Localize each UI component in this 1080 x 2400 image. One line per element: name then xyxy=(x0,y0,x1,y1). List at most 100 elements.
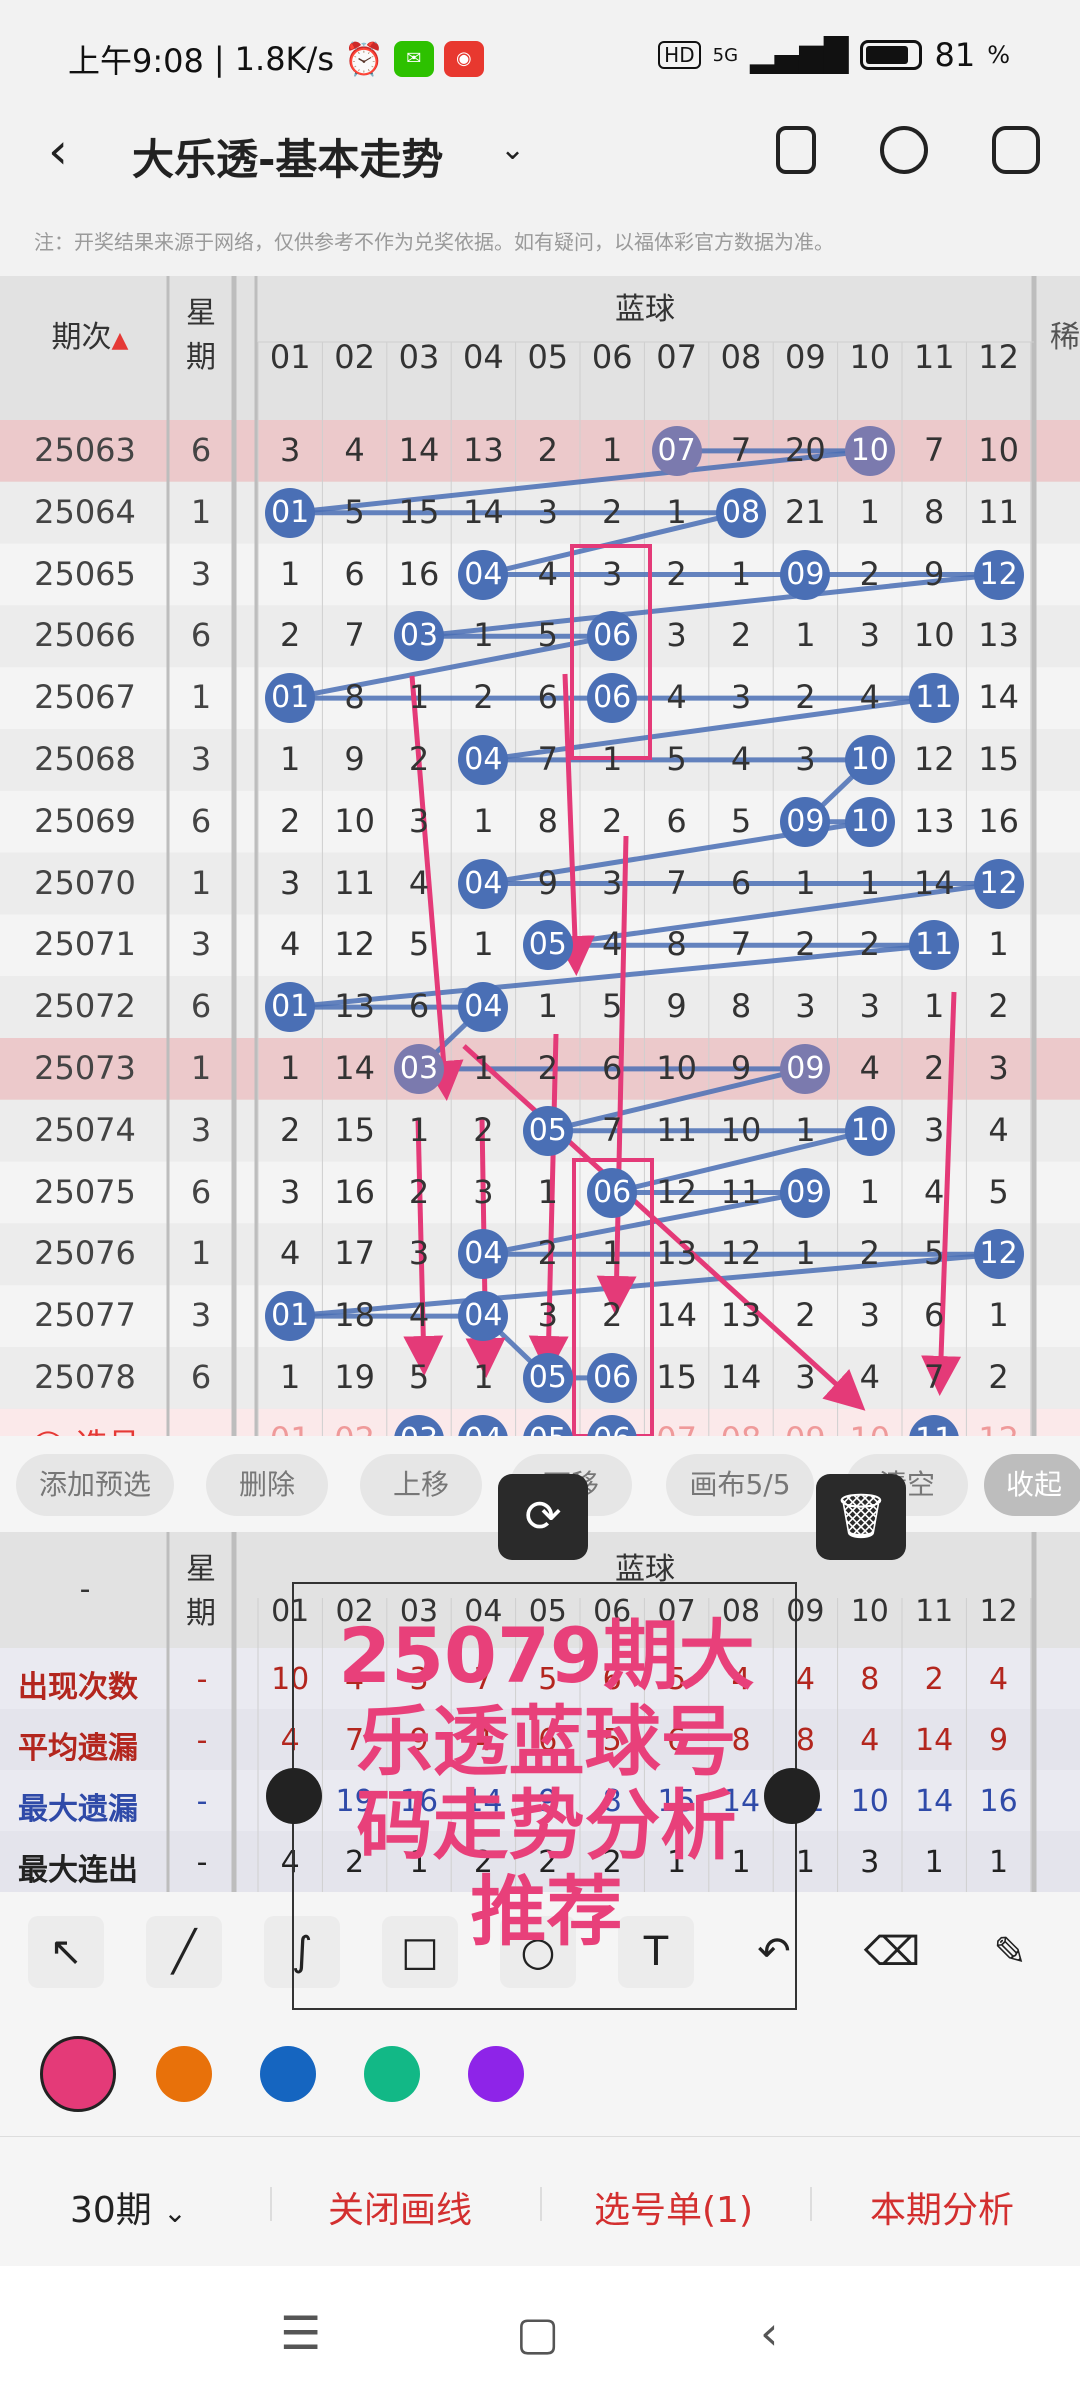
nav-back-icon[interactable]: ‹ xyxy=(760,2306,778,2360)
issue-number: 25077 xyxy=(34,1296,136,1335)
line-tool-icon[interactable]: ╱ xyxy=(146,1916,222,1988)
add-preselect-button[interactable]: 添加预选 xyxy=(16,1454,174,1516)
omission-value: 1 xyxy=(924,987,945,1026)
color-swatch-green[interactable] xyxy=(364,2046,420,2102)
drawn-ball: 12 xyxy=(973,858,1024,909)
omission-value: 5 xyxy=(730,801,752,840)
weekday-value: 1 xyxy=(190,1234,212,1273)
stats-week-bottom: 期 xyxy=(186,1596,216,1631)
period-analysis-button[interactable]: 本期分析 xyxy=(870,2181,1014,2233)
annotation-text-box[interactable]: 25079期大 乐透蓝球号 码走势分析 推荐 xyxy=(292,1582,797,2010)
arrow-tool-icon[interactable]: ↖ xyxy=(28,1916,104,1988)
collapse-button[interactable]: 收起 xyxy=(984,1454,1080,1516)
drawn-ball: 03 xyxy=(394,611,444,662)
omission-value: 1 xyxy=(795,616,816,655)
annotation-line-1: 25079期大 xyxy=(338,1611,755,1700)
color-swatch-blue[interactable] xyxy=(260,2046,316,2102)
number-column-header: 03 xyxy=(398,338,440,376)
phone-icon[interactable] xyxy=(776,126,816,174)
resize-handle-right[interactable] xyxy=(764,1768,820,1824)
omission-value: 9 xyxy=(924,554,945,593)
omission-value: 3 xyxy=(280,863,301,902)
period-select[interactable]: 30期 ⌄ xyxy=(70,2181,187,2233)
omission-value: 15 xyxy=(978,739,1019,778)
clear-icon[interactable]: ✎ xyxy=(972,1916,1048,1988)
stats-week-value: - xyxy=(196,1662,208,1697)
status-time: 上午9:08 xyxy=(68,42,204,80)
omission-value: 14 xyxy=(334,1048,375,1087)
share-icon[interactable] xyxy=(880,126,928,174)
omission-value: 1 xyxy=(795,1234,816,1273)
omission-value: 9 xyxy=(666,987,687,1026)
omission-value: 2 xyxy=(408,1172,430,1211)
bottom-action-bar: 30期 ⌄ 关闭画线 选号单(1) 本期分析 xyxy=(0,2136,1080,2266)
eraser-icon[interactable]: ⌫ xyxy=(854,1916,930,1988)
sort-icon[interactable]: ▲ xyxy=(112,328,129,353)
menu-icon[interactable]: ☰ xyxy=(280,2306,321,2360)
issue-number: 25073 xyxy=(34,1048,136,1087)
omission-value: 3 xyxy=(473,1172,494,1211)
omission-value: 19 xyxy=(334,1357,375,1396)
number-column-header: 04 xyxy=(463,338,504,376)
stats-value: 4 xyxy=(989,1662,1009,1697)
omission-value: 4 xyxy=(602,925,623,964)
resize-handle-left[interactable] xyxy=(266,1768,322,1824)
omission-value: 3 xyxy=(408,1234,430,1273)
omission-value: 7 xyxy=(730,430,752,469)
omission-value: 1 xyxy=(473,801,494,840)
weekday-value: 1 xyxy=(190,863,212,902)
color-swatch-purple[interactable] xyxy=(468,2046,524,2102)
stats-row-label: 最大遗漏 xyxy=(18,1792,138,1827)
disclaimer-notice: 注：开奖结果来源于网络，仅供参考不作为兑奖依据。如有疑问，以福体彩官方数据为准。 xyxy=(34,230,834,254)
omission-value: 3 xyxy=(408,801,430,840)
week-header-bottom: 期 xyxy=(186,340,216,375)
omission-value: 7 xyxy=(730,925,752,964)
pick-list-button[interactable]: 选号单(1) xyxy=(594,2181,753,2233)
omission-value: 1 xyxy=(602,1234,623,1273)
next-group-header: 稀 xyxy=(1050,320,1080,355)
omission-value: 15 xyxy=(334,1110,375,1149)
close-drawing-button[interactable]: 关闭画线 xyxy=(328,2181,472,2233)
refresh-icon[interactable]: ⟳ xyxy=(498,1474,588,1560)
omission-value: 14 xyxy=(398,430,440,469)
omission-value: 2 xyxy=(859,554,880,593)
omission-value: 9 xyxy=(344,739,365,778)
weekday-value: 1 xyxy=(190,1048,212,1087)
move-up-button[interactable]: 上移 xyxy=(360,1454,482,1516)
omission-value: 2 xyxy=(795,925,816,964)
omission-value: 2 xyxy=(602,492,623,531)
omission-value: 20 xyxy=(785,430,826,469)
settings-icon[interactable] xyxy=(992,126,1040,174)
canvas-page-button[interactable]: 画布5/5 xyxy=(666,1454,814,1516)
omission-value: 8 xyxy=(344,678,365,717)
delete-button[interactable]: 删除 xyxy=(206,1454,328,1516)
issue-number: 25064 xyxy=(34,492,136,531)
number-column-header: 09 xyxy=(785,338,826,376)
drawn-ball: 01 xyxy=(265,487,316,538)
home-icon[interactable]: ▢ xyxy=(516,2306,559,2360)
stats-week-value: - xyxy=(196,1845,208,1880)
omission-value: 1 xyxy=(730,554,752,593)
drawn-ball: 04 xyxy=(458,858,509,909)
omission-value: 1 xyxy=(537,987,558,1026)
status-speed: 1.8K/s xyxy=(234,40,334,78)
omission-value: 2 xyxy=(988,1357,1009,1396)
omission-value: 1 xyxy=(408,678,430,717)
omission-value: 7 xyxy=(602,1110,623,1149)
omission-value: 1 xyxy=(602,739,623,778)
back-icon[interactable]: ‹ xyxy=(48,122,68,180)
color-swatch-orange[interactable] xyxy=(156,2046,212,2102)
chevron-down-icon[interactable]: ⌄ xyxy=(500,132,525,167)
omission-value: 6 xyxy=(602,1048,623,1087)
omission-value: 2 xyxy=(859,1234,880,1273)
issue-column-header[interactable]: 期次▲ xyxy=(40,312,140,356)
page-title[interactable]: 大乐透-基本走势 xyxy=(132,126,443,187)
color-swatch-pink[interactable] xyxy=(40,2036,116,2112)
omission-value: 6 xyxy=(344,554,365,593)
omission-value: 1 xyxy=(408,1110,430,1149)
trash-icon[interactable]: 🗑 xyxy=(816,1474,906,1560)
omission-value: 3 xyxy=(795,987,816,1026)
omission-value: 21 xyxy=(785,492,826,531)
divider xyxy=(810,2187,812,2221)
weekday-value: 1 xyxy=(190,678,212,717)
